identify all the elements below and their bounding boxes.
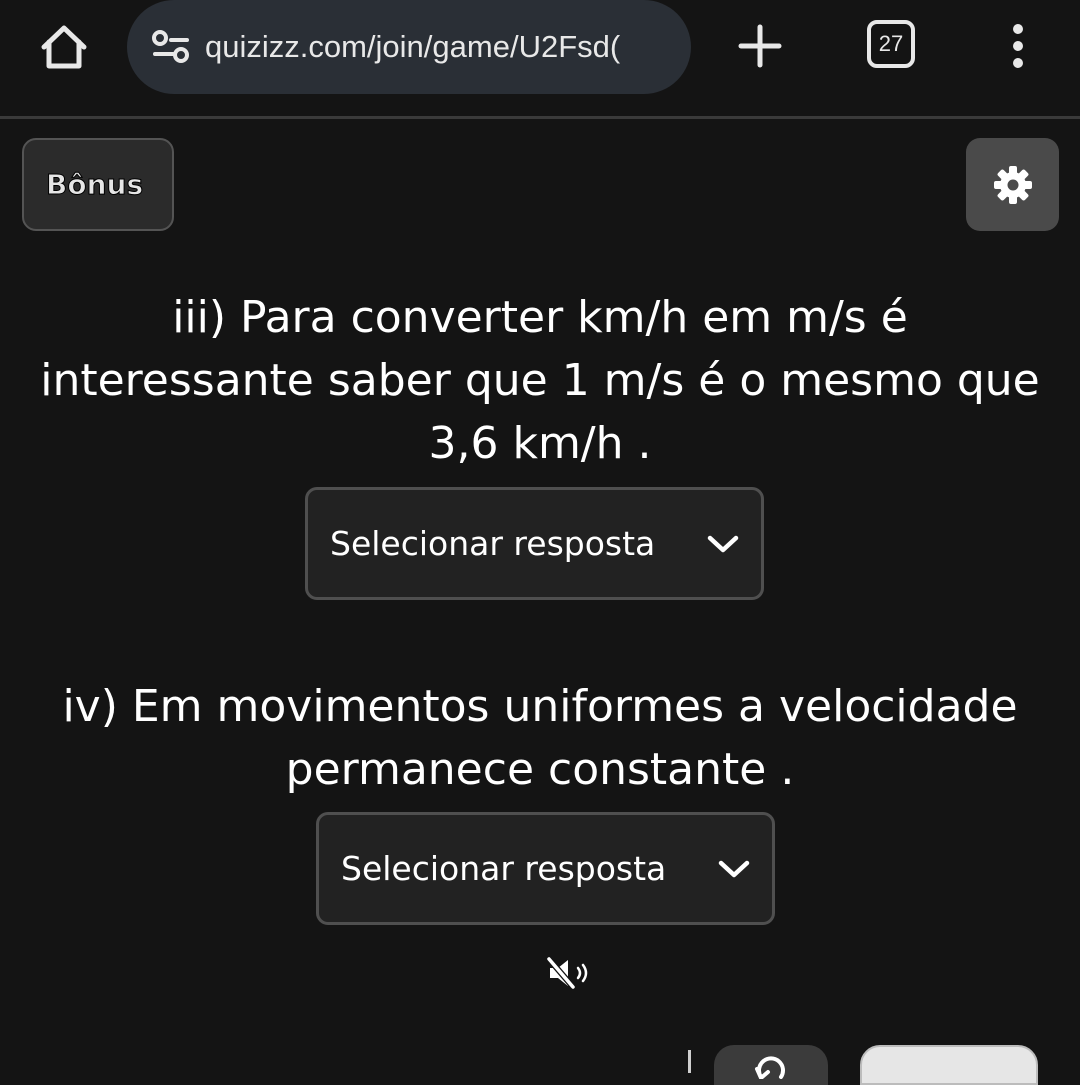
site-settings-button[interactable] <box>145 27 197 67</box>
settings-button[interactable] <box>966 138 1059 231</box>
address-bar[interactable]: quizizz.com/join/game/U2Fsd( <box>127 0 691 94</box>
tab-switcher-button[interactable]: 27 <box>867 20 915 68</box>
answer-select-label: Selecionar resposta <box>330 524 656 563</box>
answer-select[interactable]: Selecionar resposta <box>305 487 764 600</box>
redo-button[interactable] <box>714 1045 828 1085</box>
volume-muted-icon <box>546 957 588 989</box>
new-tab-button[interactable] <box>728 14 792 78</box>
bottom-divider <box>688 1050 691 1073</box>
home-icon <box>41 25 87 69</box>
submit-button[interactable] <box>860 1045 1038 1085</box>
more-vertical-icon-dot <box>1013 41 1023 51</box>
chevron-down-icon <box>693 524 753 564</box>
toolbar-divider <box>0 116 1080 119</box>
redo-icon <box>755 1056 785 1079</box>
question-text: iii) Para converter km/h em m/s é intere… <box>40 292 1040 469</box>
question-text: iv) Em movimentos uniformes a velocidade… <box>62 681 1018 795</box>
more-vertical-icon <box>1013 24 1023 34</box>
chevron-down-icon <box>704 849 764 889</box>
audio-toggle-button[interactable] <box>545 955 595 991</box>
browser-menu-button[interactable] <box>994 14 1042 78</box>
browser-toolbar: quizizz.com/join/game/U2Fsd( 27 <box>0 0 1080 116</box>
tab-count: 27 <box>878 31 904 56</box>
answer-select-label: Selecionar resposta <box>341 849 667 888</box>
gear-icon <box>993 165 1032 204</box>
bonus-label: Bônus <box>45 168 144 202</box>
home-button[interactable] <box>24 12 104 82</box>
more-vertical-icon-dot <box>1013 58 1023 68</box>
url-text[interactable]: quizizz.com/join/game/U2Fsd( <box>205 29 620 65</box>
plus-icon <box>738 24 782 68</box>
bonus-button[interactable]: Bônus <box>22 138 174 231</box>
answer-select[interactable]: Selecionar resposta <box>316 812 775 925</box>
site-settings-icon <box>152 30 189 63</box>
